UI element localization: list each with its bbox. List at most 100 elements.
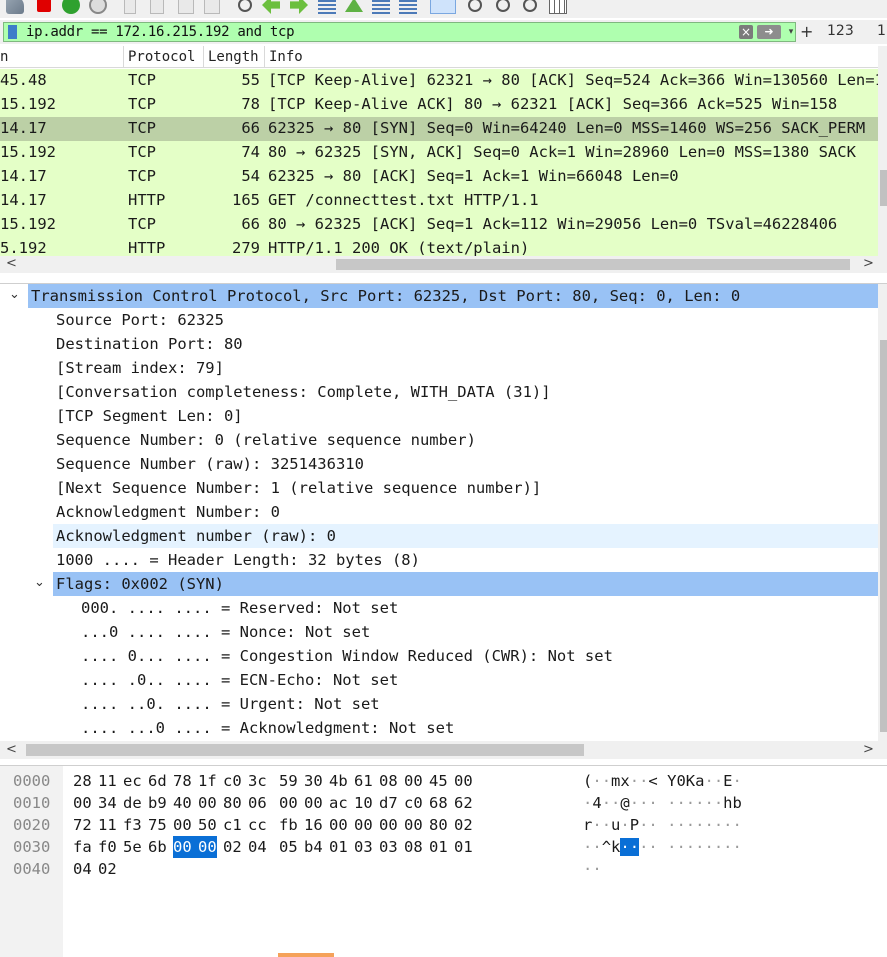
close-file-icon[interactable] bbox=[178, 0, 194, 14]
tree-item-field[interactable]: [Next Sequence Number: 1 (relative seque… bbox=[56, 476, 541, 500]
hex-byte[interactable]: 01 bbox=[429, 836, 448, 858]
ascii-dump[interactable]: ··^k···· ········ bbox=[583, 836, 742, 858]
hex-byte[interactable]: fb bbox=[279, 814, 298, 836]
tree-item-field[interactable]: [TCP Segment Len: 0] bbox=[56, 404, 243, 428]
scroll-left-icon[interactable]: < bbox=[6, 256, 17, 271]
column-header-info[interactable]: Info bbox=[269, 49, 303, 65]
hex-byte[interactable]: 02 bbox=[98, 858, 117, 880]
zoom-out-icon[interactable] bbox=[496, 0, 510, 12]
hex-byte[interactable]: 50 bbox=[198, 814, 217, 836]
scroll-right-icon[interactable]: > bbox=[863, 742, 874, 757]
packet-row[interactable]: 14.17 HTTP 165 GET /connecttest.txt HTTP/1.… bbox=[0, 189, 887, 213]
hex-byte[interactable]: 08 bbox=[379, 770, 398, 792]
hex-byte[interactable]: 04 bbox=[73, 858, 92, 880]
stop-icon[interactable] bbox=[37, 0, 51, 12]
hex-byte[interactable]: 03 bbox=[379, 836, 398, 858]
tree-item-field[interactable]: Acknowledgment number (raw): 0 bbox=[53, 524, 878, 548]
tree-item-field[interactable]: [Stream index: 79] bbox=[56, 356, 224, 380]
details-scroll-thumb[interactable] bbox=[880, 340, 887, 732]
details-horizontal-scrollbar[interactable]: < > bbox=[0, 741, 887, 759]
bookmark-icon[interactable] bbox=[8, 25, 17, 39]
hex-byte[interactable]: 34 bbox=[98, 792, 117, 814]
column-header-protocol[interactable]: Protocol bbox=[128, 49, 195, 65]
tree-item-field[interactable]: [Conversation completeness: Complete, WI… bbox=[56, 380, 551, 404]
hex-byte[interactable]: 00 bbox=[173, 836, 199, 858]
hex-byte[interactable]: 00 bbox=[354, 814, 373, 836]
details-hscroll-thumb[interactable] bbox=[26, 744, 584, 756]
reload-icon[interactable] bbox=[204, 0, 220, 14]
filter-button-1[interactable]: 1 bbox=[877, 23, 886, 39]
hex-byte[interactable]: 28 bbox=[73, 770, 92, 792]
hex-byte[interactable]: c0 bbox=[404, 792, 423, 814]
filter-history-chevron-down-icon[interactable]: ▾ bbox=[785, 24, 797, 40]
options-icon[interactable] bbox=[89, 0, 107, 14]
hex-byte[interactable]: 6b bbox=[148, 836, 167, 858]
hex-byte[interactable]: 59 bbox=[279, 770, 298, 792]
packet-list-horizontal-scrollbar[interactable]: < > bbox=[0, 256, 887, 273]
packet-row[interactable]: 5.192 HTTP 279 HTTP/1.1 200 OK (text/plain) bbox=[0, 237, 887, 256]
hex-byte[interactable]: 00 bbox=[73, 792, 92, 814]
colorize-icon[interactable] bbox=[430, 0, 456, 14]
ascii-dump[interactable]: (··mx··< Y0Ka··E· bbox=[583, 770, 742, 792]
hex-byte[interactable]: 30 bbox=[304, 770, 323, 792]
hex-byte[interactable]: 02 bbox=[454, 814, 473, 836]
tree-item-flags[interactable]: Flags: 0x002 (SYN) bbox=[53, 572, 878, 596]
filter-button-123[interactable]: 123 bbox=[827, 23, 854, 39]
hex-byte[interactable]: 80 bbox=[223, 792, 242, 814]
clear-filter-icon[interactable]: × bbox=[739, 25, 753, 39]
tree-item-flag-bit[interactable]: .... .0.. .... = ECN-Echo: Not set bbox=[81, 668, 398, 692]
hex-byte[interactable]: 00 bbox=[454, 770, 473, 792]
tree-item-tcp-header[interactable]: Transmission Control Protocol, Src Port:… bbox=[28, 284, 878, 308]
hex-byte[interactable]: 03 bbox=[354, 836, 373, 858]
column-divider[interactable] bbox=[203, 46, 204, 68]
hex-byte[interactable]: fa bbox=[73, 836, 92, 858]
hex-byte[interactable]: 6d bbox=[148, 770, 167, 792]
shark-fin-icon[interactable] bbox=[6, 0, 24, 14]
hex-byte[interactable]: 02 bbox=[223, 836, 242, 858]
hex-byte[interactable]: 00 bbox=[198, 836, 217, 858]
hex-byte[interactable]: 04 bbox=[248, 836, 267, 858]
resize-columns-icon[interactable] bbox=[549, 0, 567, 14]
hex-byte[interactable]: 11 bbox=[98, 770, 117, 792]
scroll-left-icon[interactable]: < bbox=[6, 742, 17, 757]
column-divider[interactable] bbox=[264, 46, 265, 68]
scroll-right-icon[interactable]: > bbox=[863, 256, 874, 271]
go-back-icon[interactable] bbox=[262, 0, 280, 14]
hex-byte[interactable]: 00 bbox=[379, 814, 398, 836]
packet-list-scroll-thumb[interactable] bbox=[880, 170, 887, 206]
go-forward-icon[interactable] bbox=[290, 0, 308, 14]
hex-byte[interactable]: b4 bbox=[304, 836, 323, 858]
packet-row[interactable]: 45.48 TCP 55 [TCP Keep-Alive] 62321 → 80 [A… bbox=[0, 69, 887, 93]
packet-list-vertical-scrollbar[interactable] bbox=[878, 46, 887, 256]
column-divider[interactable] bbox=[123, 46, 124, 68]
tree-item-flag-bit[interactable]: ...0 .... .... = Nonce: Not set bbox=[81, 620, 370, 644]
tree-item-field[interactable]: Destination Port: 80 bbox=[56, 332, 243, 356]
hex-byte[interactable]: 78 bbox=[173, 770, 192, 792]
hex-byte[interactable]: 00 bbox=[173, 814, 192, 836]
hex-byte[interactable]: 62 bbox=[454, 792, 473, 814]
filter-expression[interactable]: ip.addr == 172.16.215.192 and tcp bbox=[26, 24, 295, 40]
hex-byte[interactable]: b9 bbox=[148, 792, 167, 814]
open-icon[interactable] bbox=[124, 0, 136, 14]
hex-byte[interactable]: 61 bbox=[354, 770, 373, 792]
hex-byte[interactable]: 10 bbox=[354, 792, 373, 814]
hex-byte[interactable]: 11 bbox=[98, 814, 117, 836]
tree-item-flag-bit[interactable]: .... 0... .... = Congestion Window Reduc… bbox=[81, 644, 613, 668]
last-packet-icon[interactable] bbox=[372, 0, 390, 14]
hex-byte[interactable]: 3c bbox=[248, 770, 267, 792]
hex-byte[interactable]: c1 bbox=[223, 814, 242, 836]
hex-byte[interactable]: 01 bbox=[329, 836, 348, 858]
hex-byte[interactable]: cc bbox=[248, 814, 267, 836]
tree-item-flag-bit[interactable]: .... ...0 .... = Acknowledgment: Not set bbox=[81, 716, 454, 740]
hex-byte[interactable]: 00 bbox=[404, 770, 423, 792]
hex-byte[interactable]: 4b bbox=[329, 770, 348, 792]
hex-byte[interactable]: 00 bbox=[329, 814, 348, 836]
restart-icon[interactable] bbox=[62, 0, 80, 14]
packet-row[interactable]: 14.17 TCP 66 62325 → 80 [SYN] Seq=0 Win=642… bbox=[0, 117, 887, 141]
hex-byte[interactable]: de bbox=[123, 792, 142, 814]
hex-byte[interactable]: f0 bbox=[98, 836, 117, 858]
tree-item-field[interactable]: Acknowledgment Number: 0 bbox=[56, 500, 280, 524]
chevron-down-icon[interactable]: ⌄ bbox=[34, 575, 45, 590]
hex-byte[interactable]: ac bbox=[329, 792, 348, 814]
tree-item-field[interactable]: Source Port: 62325 bbox=[56, 308, 224, 332]
